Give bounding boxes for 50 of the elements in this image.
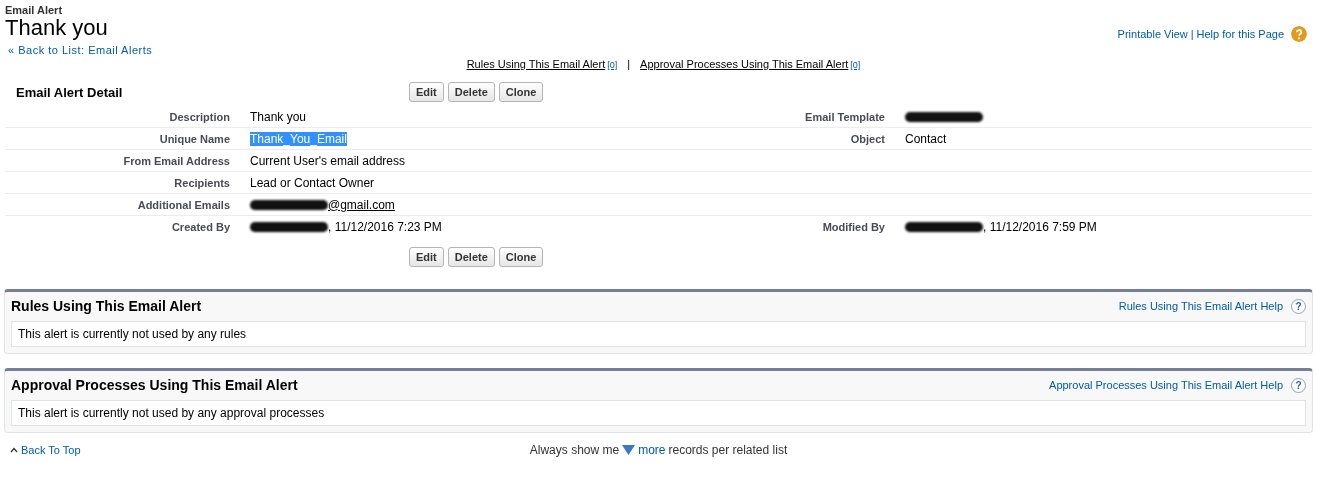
record-count: [0] [850,60,861,70]
help-link[interactable]: Rules Using This Email Alert Help [1118,300,1283,312]
link-separator: | [627,58,631,70]
field-label: Recipients [173,176,230,189]
back-to-top-link[interactable]: Back To Top [21,444,81,456]
record-count: [0] [607,60,618,70]
field-value: Contact [905,131,947,146]
field-label: Description [168,110,230,123]
footer-text: records per related list [668,443,788,457]
footer-text: Always show me [529,443,620,457]
related-list-link[interactable]: Rules Using This Email Alert [466,58,606,70]
triangle-down-icon[interactable] [622,445,636,455]
help-icon[interactable] [1291,26,1307,42]
header-link[interactable]: Printable View [1117,28,1188,40]
field-value: , 11/12/2016 7:59 PM [983,219,1097,234]
back-to-list-link[interactable]: « Back to List: Email Alerts [8,44,153,56]
help-link[interactable]: Approval Processes Using This Email Alert Help [1049,379,1283,391]
field-label: From Email Address [122,154,230,167]
field-label: Created By [170,220,230,233]
header-link[interactable]: Help for this Page [1196,28,1284,40]
field-label: Object [849,132,885,145]
page-type-label: Email Alert [5,4,64,16]
action-button[interactable]: Delete [447,247,495,267]
field-value: Thank you [250,109,307,124]
more-link[interactable]: more [638,443,666,457]
empty-message: This alert is currently not used by any rules [11,321,1306,347]
field-label: Modified By [821,220,885,233]
email-link[interactable]: @gmail.com [328,197,395,212]
related-list-title: Rules Using This Email Alert [11,298,202,314]
related-list-link[interactable]: Approval Processes Using This Email Alert [640,58,849,70]
related-list-title: Approval Processes Using This Email Alert [11,377,298,393]
help-icon[interactable]: ? [1291,377,1306,393]
section-title: Email Alert Detail [15,84,124,100]
selected-text: Thank_You_Email [250,131,347,146]
field-value: , 11/12/2016 7:23 PM [328,219,442,234]
help-icon[interactable]: ? [1291,298,1306,314]
field-label: Additional Emails [136,198,230,211]
empty-message: This alert is currently not used by any approval processes [11,400,1306,426]
action-button[interactable]: Delete [447,82,495,102]
field-label: Unique Name [158,132,230,145]
action-button[interactable]: Edit [409,82,444,102]
action-button[interactable]: Clone [498,82,544,102]
field-value: Lead or Contact Owner [250,175,375,190]
field-value: Current User's email address [250,153,405,168]
action-button[interactable]: Edit [409,247,444,267]
caret-up-icon [10,447,18,453]
action-button[interactable]: Clone [498,247,544,267]
field-label: Email Template [804,110,885,123]
link-separator: | [1190,28,1194,40]
page-title: Thank you [5,16,109,40]
